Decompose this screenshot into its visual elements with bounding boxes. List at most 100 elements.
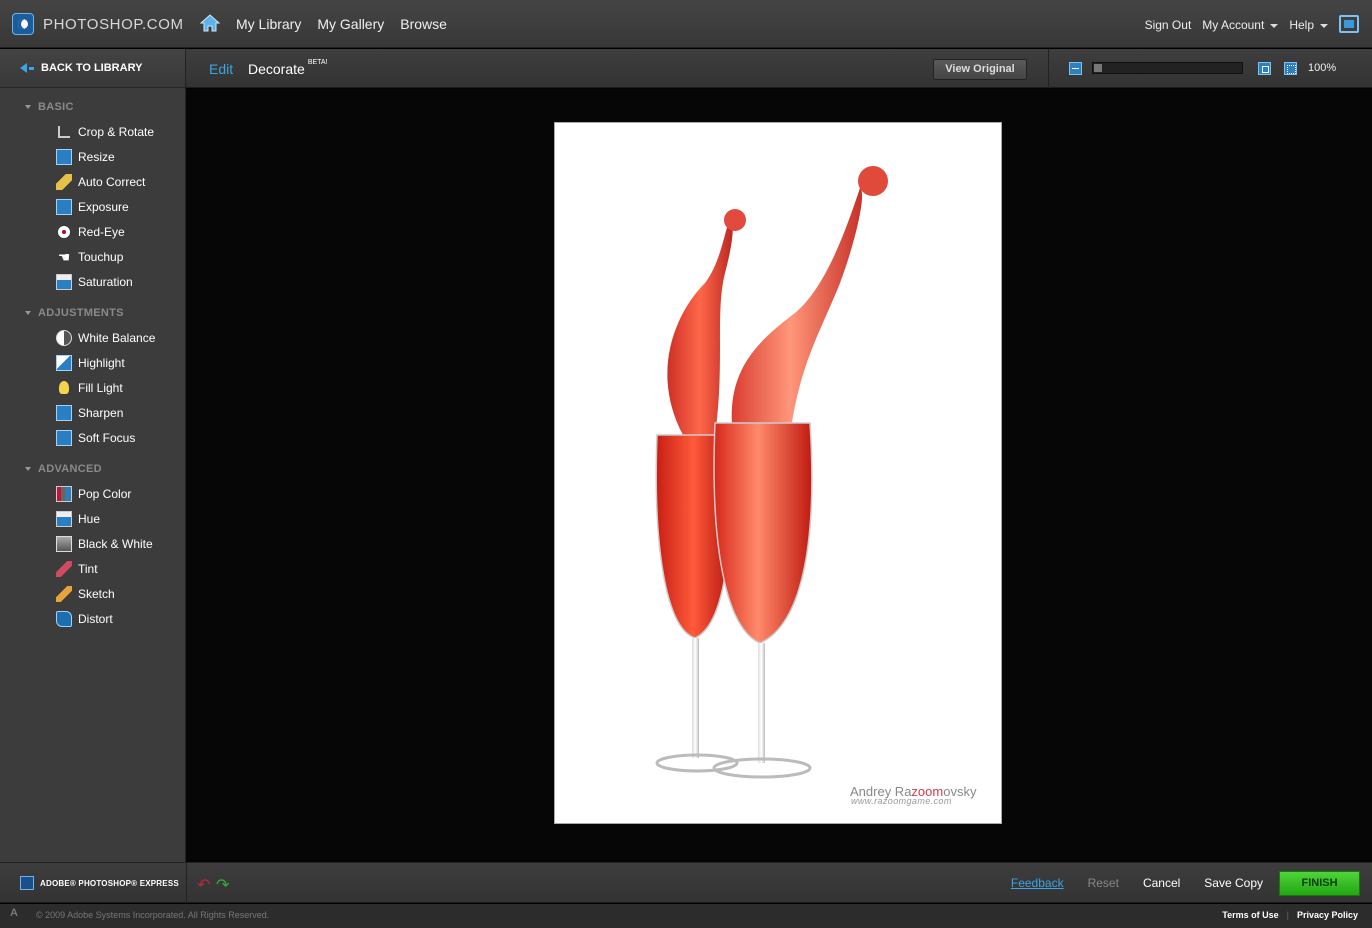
- privacy-link[interactable]: Privacy Policy: [1297, 910, 1358, 920]
- zoom-actual-size-icon[interactable]: [1284, 62, 1297, 75]
- photoshop-express-icon: [20, 876, 34, 890]
- footer-links: Terms of Use | Privacy Policy: [1222, 910, 1358, 920]
- top-nav: My Library My Gallery Browse: [236, 16, 447, 32]
- cancel-button[interactable]: Cancel: [1143, 876, 1180, 890]
- tool-hue[interactable]: Hue: [0, 506, 185, 531]
- view-original-button[interactable]: View Original: [933, 59, 1027, 80]
- zoom-slider-thumb[interactable]: [1094, 64, 1102, 72]
- tab-decorate-label: Decorate: [248, 61, 305, 77]
- sign-out-link[interactable]: Sign Out: [1145, 18, 1192, 32]
- tool-sharpen[interactable]: Sharpen: [0, 400, 185, 425]
- reset-button[interactable]: Reset: [1088, 876, 1119, 890]
- zoom-level: 100%: [1308, 62, 1337, 74]
- back-to-library-label: BACK TO LIBRARY: [41, 62, 143, 74]
- highlight-icon: [56, 354, 72, 371]
- tool-label: Auto Correct: [78, 174, 146, 189]
- redo-icon[interactable]: ↷: [216, 875, 229, 895]
- section-header-basic[interactable]: BASIC: [0, 98, 185, 116]
- tool-auto-correct[interactable]: Auto Correct: [0, 169, 185, 194]
- tool-label: Distort: [78, 611, 113, 626]
- saturation-icon: [56, 273, 72, 290]
- fullscreen-icon[interactable]: [1339, 15, 1359, 33]
- tool-label: Hue: [78, 511, 101, 526]
- tool-sketch[interactable]: Sketch: [0, 581, 185, 606]
- crop-icon: [58, 125, 70, 138]
- adobe-logo-icon: A: [10, 907, 18, 919]
- tool-label: Crop & Rotate: [78, 124, 155, 139]
- collapse-caret-icon: [25, 105, 31, 109]
- tool-pop-color[interactable]: Pop Color: [0, 481, 185, 506]
- section-title: ADJUSTMENTS: [38, 307, 124, 319]
- section-title: BASIC: [38, 101, 74, 113]
- tool-resize[interactable]: Resize: [0, 144, 185, 169]
- tool-label: Sharpen: [78, 405, 124, 420]
- tool-tint[interactable]: Tint: [0, 556, 185, 581]
- photo[interactable]: Andrey Razoomovsky www.razoomgame.com: [554, 122, 1002, 824]
- section-title: ADVANCED: [38, 463, 102, 475]
- section-header-adjustments[interactable]: ADJUSTMENTS: [0, 304, 185, 322]
- nav-my-gallery[interactable]: My Gallery: [317, 16, 384, 32]
- logo-text: PHOTOSHOP.COM: [43, 15, 184, 33]
- my-account-menu[interactable]: My Account: [1202, 18, 1279, 32]
- tool-section: ADVANCED Pop Color Hue Black & White Tint Ske…: [0, 460, 185, 631]
- bottom-bar: ADOBE® PHOTOSHOP® EXPRESS ↶ ↷ Feedback R…: [0, 862, 1372, 903]
- help-label: Help: [1289, 18, 1314, 32]
- image-canvas[interactable]: Andrey Razoomovsky www.razoomgame.com: [186, 89, 1372, 862]
- undo-icon[interactable]: ↶: [197, 875, 210, 895]
- back-to-library-button[interactable]: BACK TO LIBRARY: [0, 49, 185, 88]
- nav-browse[interactable]: Browse: [400, 16, 447, 32]
- beta-badge: BETA!: [307, 59, 328, 66]
- terms-link[interactable]: Terms of Use: [1222, 910, 1278, 920]
- tool-white-balance[interactable]: White Balance: [0, 325, 185, 350]
- tool-touchup[interactable]: ☚ Touchup: [0, 244, 185, 269]
- section-header-advanced[interactable]: ADVANCED: [0, 460, 185, 478]
- tool-label: Highlight: [78, 355, 125, 370]
- tool-crop-rotate[interactable]: Crop & Rotate: [0, 119, 185, 144]
- pop-color-icon: [56, 485, 72, 502]
- my-account-label: My Account: [1202, 18, 1265, 32]
- tab-edit[interactable]: Edit: [209, 61, 233, 77]
- photoshop-logo-icon: [12, 13, 34, 35]
- account-links: Sign Out My Account Help: [1145, 18, 1328, 32]
- help-menu[interactable]: Help: [1289, 18, 1328, 32]
- tool-black-white[interactable]: Black & White: [0, 531, 185, 556]
- collapse-caret-icon: [25, 467, 31, 471]
- zoom-out-icon[interactable]: [1069, 62, 1082, 75]
- tab-decorate[interactable]: Decorate BETA!: [248, 59, 328, 77]
- tool-saturation[interactable]: Saturation: [0, 269, 185, 294]
- copyright: © 2009 Adobe Systems Incorporated. All R…: [36, 910, 270, 920]
- tool-label: Exposure: [78, 199, 129, 214]
- sharpen-icon: [56, 404, 72, 421]
- sketch-icon: [56, 585, 72, 602]
- soft-focus-icon: [56, 429, 72, 446]
- tool-label: Soft Focus: [78, 430, 136, 445]
- nav-my-library[interactable]: My Library: [236, 16, 301, 32]
- photoshop-logo[interactable]: PHOTOSHOP.COM: [12, 13, 184, 35]
- tool-soft-focus[interactable]: Soft Focus: [0, 425, 185, 450]
- hand-icon: ☚: [57, 248, 71, 265]
- black-white-icon: [56, 535, 72, 552]
- tool-label: Fill Light: [78, 380, 123, 395]
- home-icon[interactable]: [199, 12, 221, 34]
- tool-exposure[interactable]: Exposure: [0, 194, 185, 219]
- finish-button[interactable]: FINISH: [1279, 871, 1360, 896]
- feedback-link[interactable]: Feedback: [1011, 876, 1064, 890]
- zoom-fit-icon[interactable]: [1258, 62, 1271, 75]
- photo-watermark-url: www.razoomgame.com: [851, 796, 952, 806]
- tool-label: Sketch: [78, 586, 115, 601]
- tool-label: Resize: [78, 149, 115, 164]
- tool-label: White Balance: [78, 330, 156, 345]
- tool-red-eye[interactable]: Red-Eye: [0, 219, 185, 244]
- save-copy-button[interactable]: Save Copy: [1204, 876, 1263, 890]
- tool-highlight[interactable]: Highlight: [0, 350, 185, 375]
- red-eye-icon: [58, 225, 70, 238]
- tool-distort[interactable]: Distort: [0, 606, 185, 631]
- product-brand: ADOBE® PHOTOSHOP® EXPRESS: [20, 876, 179, 890]
- tool-fill-light[interactable]: Fill Light: [0, 375, 185, 400]
- distort-icon: [56, 610, 72, 627]
- tool-label: Saturation: [78, 274, 133, 289]
- exposure-icon: [56, 198, 72, 215]
- editor-toolbar: Edit Decorate BETA! View Original 100%: [186, 49, 1372, 88]
- tool-section: BASIC Crop & Rotate Resize Auto Correct Expo…: [0, 98, 185, 294]
- zoom-slider[interactable]: [1092, 62, 1243, 74]
